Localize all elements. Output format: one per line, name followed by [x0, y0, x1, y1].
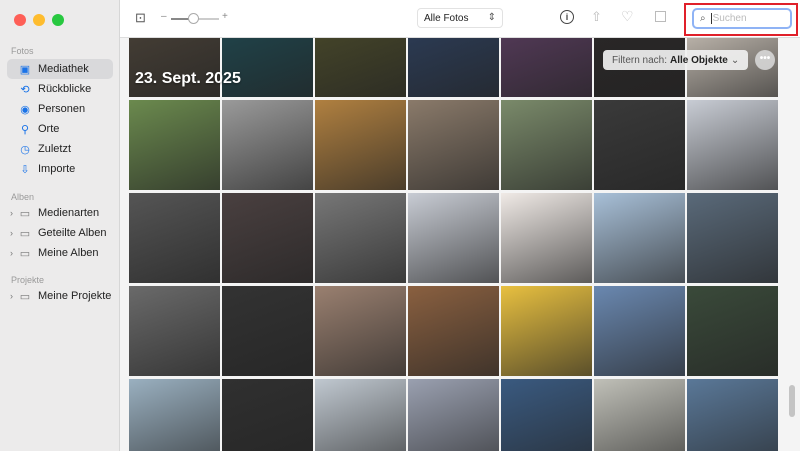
photo-thumbnail[interactable] — [687, 286, 778, 376]
sidebar-item-zuletzt[interactable]: ◷ Zuletzt — [7, 139, 113, 159]
zoom-slider-thumb[interactable] — [188, 13, 199, 24]
scrollbar[interactable] — [789, 385, 795, 417]
photo-thumbnail[interactable] — [501, 193, 592, 283]
rotate-icon[interactable] — [655, 11, 666, 22]
zoom-button[interactable] — [52, 14, 64, 26]
zoom-in-label: + — [222, 11, 228, 22]
photo-library-icon: ▣ — [19, 63, 31, 76]
photo-thumbnail[interactable] — [315, 193, 406, 283]
photo-thumbnail[interactable] — [222, 193, 313, 283]
sidebar-item-meine-alben[interactable]: › ▭ Meine Alben — [7, 243, 113, 263]
sidebar-item-meine-projekte[interactable]: › ▭ Meine Projekte — [7, 286, 113, 306]
chevron-right-icon[interactable]: › — [10, 291, 13, 301]
sidebar-item-orte[interactable]: ⚲ Orte — [7, 119, 113, 139]
sidebar-item-medienarten[interactable]: › ▭ Medienarten — [7, 203, 113, 223]
heart-icon[interactable]: ♡ — [621, 8, 634, 25]
photo-thumbnail[interactable] — [501, 100, 592, 190]
chevron-down-icon: ⌄ — [730, 54, 740, 66]
updown-chevron-icon: ⇕ — [487, 12, 496, 23]
folder-icon: ▭ — [19, 290, 31, 303]
photo-thumbnail[interactable] — [594, 379, 685, 451]
zoom-slider[interactable] — [171, 13, 219, 24]
view-select[interactable]: Alle Fotos ⇕ — [417, 8, 503, 28]
window-controls — [14, 14, 64, 26]
folder-icon: ▭ — [19, 247, 31, 260]
photo-thumbnail[interactable] — [315, 286, 406, 376]
photo-thumbnail[interactable] — [129, 193, 220, 283]
toolbar: ⊡ – + Alle Fotos ⇕ i ⇧ ♡ ⌕ Suchen — [120, 0, 800, 38]
info-icon[interactable]: i — [560, 10, 574, 24]
photo-thumbnail[interactable] — [408, 379, 499, 451]
chevron-right-icon[interactable]: › — [10, 228, 13, 238]
folder-icon: ▭ — [19, 227, 31, 240]
photo-thumbnail[interactable] — [408, 38, 499, 97]
photo-thumbnail[interactable] — [129, 286, 220, 376]
sidebar-item-geteilte-alben[interactable]: › ▭ Geteilte Alben — [7, 223, 113, 243]
photo-thumbnail[interactable] — [315, 100, 406, 190]
sidebar-item-importe[interactable]: ⇩ Importe — [7, 159, 113, 179]
date-heading: 23. Sept. 2025 — [135, 70, 241, 87]
photo-thumbnail[interactable] — [687, 100, 778, 190]
recent-icon: ◷ — [20, 143, 30, 156]
photo-thumbnail[interactable] — [129, 100, 220, 190]
photo-thumbnail[interactable] — [315, 379, 406, 451]
section-alben: Alben — [11, 192, 35, 202]
people-icon: ◉ — [20, 103, 30, 116]
places-icon: ⚲ — [20, 123, 30, 136]
sidebar-item-rueckblicke[interactable]: ⟲ Rückblicke — [7, 79, 113, 99]
photo-thumbnail[interactable] — [594, 193, 685, 283]
photo-thumbnail[interactable] — [501, 38, 592, 97]
sidebar: Fotos ▣ Mediathek ⟲ Rückblicke ◉ Personen ⚲… — [0, 0, 120, 451]
photo-thumbnail[interactable] — [501, 379, 592, 451]
search-input[interactable]: ⌕ Suchen — [692, 8, 792, 29]
chevron-right-icon[interactable]: › — [10, 248, 13, 258]
photo-grid — [120, 38, 800, 451]
photo-thumbnail[interactable] — [222, 286, 313, 376]
photo-thumbnail[interactable] — [222, 379, 313, 451]
photo-thumbnail[interactable] — [222, 100, 313, 190]
photo-thumbnail[interactable] — [408, 100, 499, 190]
photo-thumbnail[interactable] — [687, 193, 778, 283]
sidebar-item-personen[interactable]: ◉ Personen — [7, 99, 113, 119]
photo-thumbnail[interactable] — [129, 38, 220, 97]
share-icon[interactable]: ⇧ — [591, 9, 602, 25]
close-button[interactable] — [14, 14, 26, 26]
zoom-out-label: – — [161, 11, 167, 22]
search-icon: ⌕ — [700, 13, 706, 24]
chevron-right-icon[interactable]: › — [10, 208, 13, 218]
section-fotos: Fotos — [11, 46, 34, 56]
photo-thumbnail[interactable] — [594, 286, 685, 376]
photo-thumbnail[interactable] — [129, 379, 220, 451]
photo-thumbnail[interactable] — [408, 193, 499, 283]
sidebar-item-mediathek[interactable]: ▣ Mediathek — [7, 59, 113, 79]
folder-icon: ▭ — [19, 207, 31, 220]
filter-button[interactable]: Filtern nach: Alle Objekte ⌄ — [603, 50, 749, 70]
aspect-toggle-icon[interactable]: ⊡ — [135, 10, 149, 26]
photo-thumbnail[interactable] — [408, 286, 499, 376]
photo-thumbnail[interactable] — [594, 100, 685, 190]
minimize-button[interactable] — [33, 14, 45, 26]
photo-thumbnail[interactable] — [687, 379, 778, 451]
memories-icon: ⟲ — [20, 83, 30, 96]
import-icon: ⇩ — [20, 163, 30, 176]
section-projekte: Projekte — [11, 275, 45, 285]
photo-thumbnail[interactable] — [222, 38, 313, 97]
photo-thumbnail[interactable] — [501, 286, 592, 376]
more-button[interactable]: ••• — [755, 50, 775, 70]
photo-thumbnail[interactable] — [315, 38, 406, 97]
